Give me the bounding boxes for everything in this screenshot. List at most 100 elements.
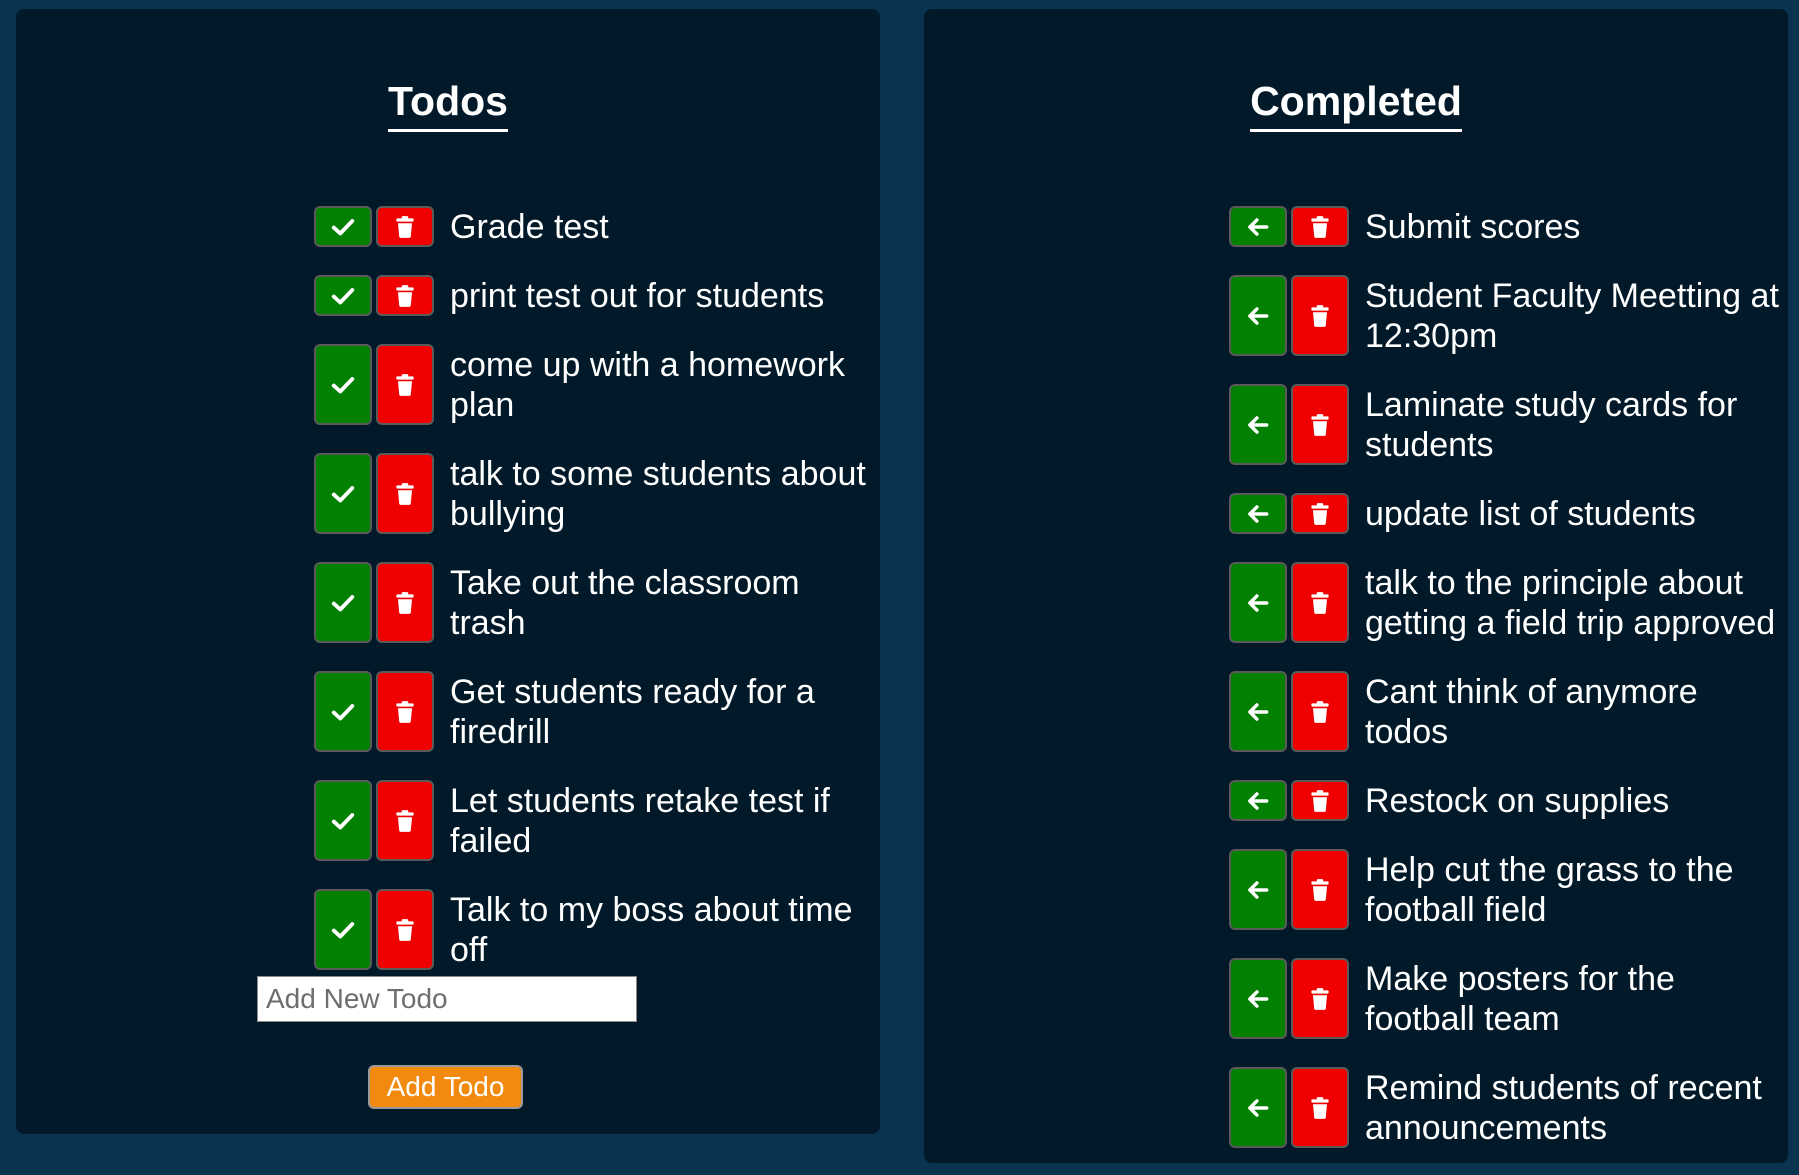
item-actions — [1229, 958, 1349, 1039]
delete-button[interactable] — [1291, 384, 1349, 465]
trash-icon — [392, 808, 418, 834]
delete-button[interactable] — [1291, 958, 1349, 1039]
trash-icon — [1307, 214, 1333, 240]
check-icon — [330, 481, 356, 507]
add-todo-button[interactable]: Add Todo — [368, 1065, 523, 1109]
item-actions — [314, 780, 434, 861]
delete-button[interactable] — [376, 275, 434, 316]
undo-button[interactable] — [1229, 671, 1287, 752]
undo-button[interactable] — [1229, 206, 1287, 247]
trash-icon — [392, 214, 418, 240]
delete-button[interactable] — [376, 206, 434, 247]
item-text: talk to the principle about getting a fi… — [1365, 564, 1776, 642]
check-icon — [330, 917, 356, 943]
list-item: Help cut the grass to the football field — [1229, 849, 1779, 930]
undo-button[interactable] — [1229, 1067, 1287, 1148]
item-text: come up with a homework plan — [450, 346, 845, 424]
item-text: Laminate study cards for students — [1365, 386, 1738, 464]
delete-button[interactable] — [1291, 849, 1349, 930]
complete-button[interactable] — [314, 562, 372, 643]
todo-list: Grade test print test out for students com… — [314, 206, 874, 998]
completed-panel: Completed Submit scores Student Faculty M… — [924, 9, 1788, 1163]
trash-icon — [392, 283, 418, 309]
trash-icon — [1307, 1095, 1333, 1121]
item-text: talk to some students about bullying — [450, 455, 866, 533]
item-actions — [1229, 1067, 1349, 1148]
completed-list: Submit scores Student Faculty Meetting at… — [1229, 206, 1779, 1175]
check-icon — [330, 590, 356, 616]
delete-button[interactable] — [376, 453, 434, 534]
complete-button[interactable] — [314, 344, 372, 425]
list-item: Talk to my boss about time off — [314, 889, 874, 970]
item-text: Let students retake test if failed — [450, 782, 830, 860]
item-text: print test out for students — [450, 277, 825, 315]
trash-icon — [1307, 986, 1333, 1012]
completed-heading-text: Completed — [1250, 77, 1462, 132]
trash-icon — [392, 917, 418, 943]
delete-button[interactable] — [1291, 562, 1349, 643]
complete-button[interactable] — [314, 453, 372, 534]
arrow-left-icon — [1245, 788, 1271, 814]
item-actions — [314, 344, 434, 425]
trash-icon — [1307, 303, 1333, 329]
list-item: update list of students — [1229, 493, 1779, 534]
trash-icon — [1307, 877, 1333, 903]
delete-button[interactable] — [376, 780, 434, 861]
complete-button[interactable] — [314, 206, 372, 247]
complete-button[interactable] — [314, 780, 372, 861]
complete-button[interactable] — [314, 671, 372, 752]
complete-button[interactable] — [314, 275, 372, 316]
trash-icon — [1307, 699, 1333, 725]
item-text: update list of students — [1365, 495, 1696, 533]
delete-button[interactable] — [376, 889, 434, 970]
undo-button[interactable] — [1229, 275, 1287, 356]
item-actions — [1229, 671, 1349, 752]
undo-button[interactable] — [1229, 849, 1287, 930]
arrow-left-icon — [1245, 501, 1271, 527]
list-item: talk to the principle about getting a fi… — [1229, 562, 1779, 643]
item-text: Student Faculty Meetting at 12:30pm — [1365, 277, 1779, 355]
list-item: come up with a homework plan — [314, 344, 874, 425]
item-actions — [1229, 780, 1349, 821]
item-text: Make posters for the football team — [1365, 960, 1675, 1038]
item-text: Help cut the grass to the football field — [1365, 851, 1734, 929]
delete-button[interactable] — [1291, 493, 1349, 534]
undo-button[interactable] — [1229, 384, 1287, 465]
trash-icon — [392, 590, 418, 616]
list-item: Cant think of anymore todos — [1229, 671, 1779, 752]
delete-button[interactable] — [1291, 780, 1349, 821]
arrow-left-icon — [1245, 412, 1271, 438]
item-actions — [1229, 206, 1349, 247]
list-item: talk to some students about bullying — [314, 453, 874, 534]
item-text: Restock on supplies — [1365, 782, 1670, 820]
completed-heading: Completed — [924, 77, 1788, 132]
delete-button[interactable] — [1291, 671, 1349, 752]
list-item: Let students retake test if failed — [314, 780, 874, 861]
item-actions — [1229, 275, 1349, 356]
add-todo-input[interactable] — [257, 976, 637, 1022]
check-icon — [330, 283, 356, 309]
trash-icon — [392, 372, 418, 398]
delete-button[interactable] — [376, 344, 434, 425]
todos-panel: Todos Grade test print test out for stude… — [16, 9, 880, 1134]
list-item: print test out for students — [314, 275, 874, 316]
undo-button[interactable] — [1229, 958, 1287, 1039]
trash-icon — [1307, 788, 1333, 814]
trash-icon — [392, 481, 418, 507]
list-item: Make posters for the football team — [1229, 958, 1779, 1039]
complete-button[interactable] — [314, 889, 372, 970]
undo-button[interactable] — [1229, 562, 1287, 643]
arrow-left-icon — [1245, 986, 1271, 1012]
item-actions — [314, 889, 434, 970]
check-icon — [330, 808, 356, 834]
delete-button[interactable] — [376, 562, 434, 643]
undo-button[interactable] — [1229, 493, 1287, 534]
undo-button[interactable] — [1229, 780, 1287, 821]
trash-icon — [392, 699, 418, 725]
delete-button[interactable] — [376, 671, 434, 752]
todos-heading: Todos — [16, 77, 880, 132]
item-actions — [1229, 562, 1349, 643]
delete-button[interactable] — [1291, 206, 1349, 247]
delete-button[interactable] — [1291, 1067, 1349, 1148]
delete-button[interactable] — [1291, 275, 1349, 356]
